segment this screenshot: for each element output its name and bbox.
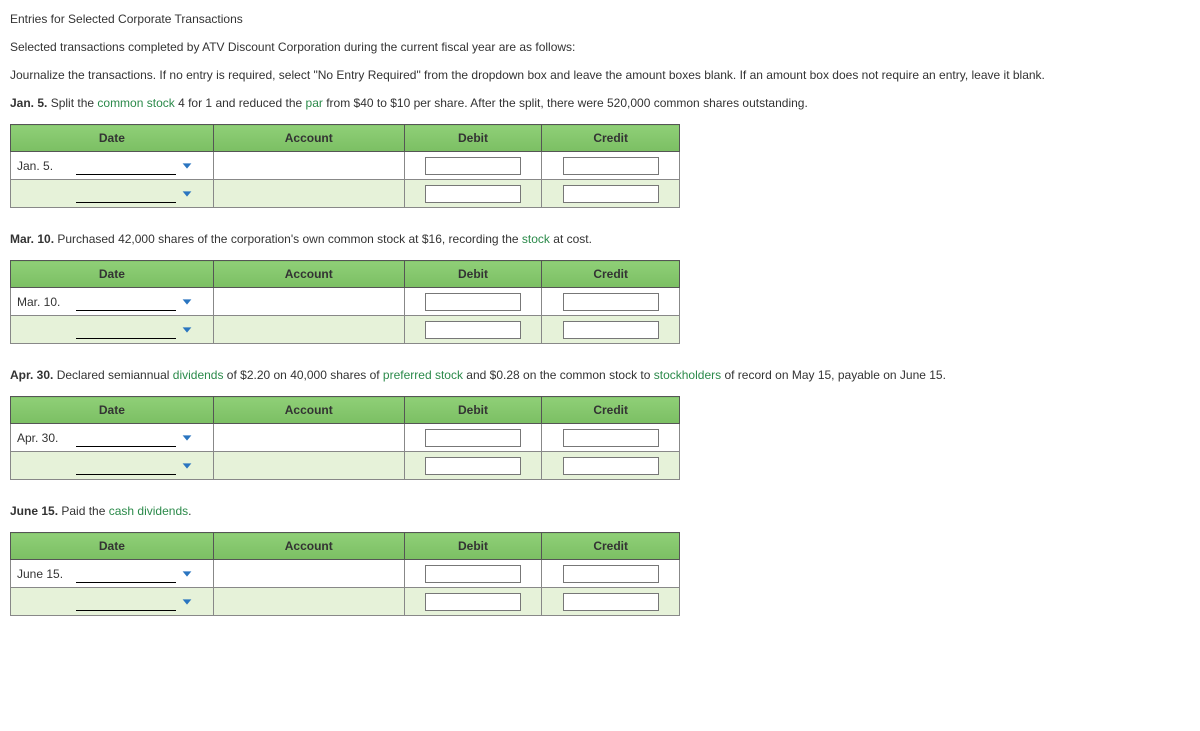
debit-input[interactable]	[425, 185, 521, 203]
column-header-credit: Credit	[542, 125, 680, 152]
account-select-input[interactable]	[76, 564, 176, 583]
column-header-debit: Debit	[404, 533, 542, 560]
credit-input[interactable]	[563, 157, 659, 175]
journal-table: DateAccountDebitCredit Mar. 10.	[10, 260, 680, 344]
transaction-prompt: Apr. 30. Declared semiannual dividends o…	[10, 368, 1190, 382]
account-select-input[interactable]	[76, 184, 176, 203]
account-cell	[213, 152, 404, 180]
column-header-date: Date	[11, 261, 214, 288]
credit-input[interactable]	[563, 565, 659, 583]
column-header-credit: Credit	[542, 261, 680, 288]
account-select-input[interactable]	[76, 428, 176, 447]
chevron-down-icon[interactable]	[180, 431, 194, 445]
account-select-input[interactable]	[76, 320, 176, 339]
date-label: Jan. 5.	[17, 159, 72, 173]
account-cell	[213, 424, 404, 452]
column-header-account: Account	[213, 261, 404, 288]
chevron-down-icon[interactable]	[180, 567, 194, 581]
account-select-input[interactable]	[76, 156, 176, 175]
date-label: June 15.	[17, 567, 72, 581]
account-select-input[interactable]	[76, 456, 176, 475]
account-cell	[213, 316, 404, 344]
credit-input[interactable]	[563, 321, 659, 339]
debit-input[interactable]	[425, 565, 521, 583]
column-header-credit: Credit	[542, 397, 680, 424]
chevron-down-icon[interactable]	[180, 187, 194, 201]
glossary-link[interactable]: common stock	[97, 96, 174, 110]
column-header-account: Account	[213, 533, 404, 560]
debit-input[interactable]	[425, 593, 521, 611]
account-select-input[interactable]	[76, 592, 176, 611]
account-cell	[213, 588, 404, 616]
transaction-prompt: Jan. 5. Split the common stock 4 for 1 a…	[10, 96, 1190, 110]
glossary-link[interactable]: stock	[522, 232, 550, 246]
transaction-prompt: Mar. 10. Purchased 42,000 shares of the …	[10, 232, 1190, 246]
column-header-debit: Debit	[404, 261, 542, 288]
credit-input[interactable]	[563, 293, 659, 311]
glossary-link[interactable]: dividends	[173, 368, 224, 382]
glossary-link[interactable]: cash dividends	[109, 504, 188, 518]
credit-input[interactable]	[563, 457, 659, 475]
account-select-input[interactable]	[76, 292, 176, 311]
column-header-date: Date	[11, 533, 214, 560]
date-label: Mar. 10.	[17, 295, 72, 309]
credit-input[interactable]	[563, 429, 659, 447]
transaction-prompt: June 15. Paid the cash dividends.	[10, 504, 1190, 518]
account-cell	[213, 452, 404, 480]
debit-input[interactable]	[425, 321, 521, 339]
glossary-link[interactable]: preferred stock	[383, 368, 463, 382]
debit-input[interactable]	[425, 293, 521, 311]
chevron-down-icon[interactable]	[180, 595, 194, 609]
glossary-link[interactable]: stockholders	[654, 368, 721, 382]
debit-input[interactable]	[425, 157, 521, 175]
column-header-credit: Credit	[542, 533, 680, 560]
chevron-down-icon[interactable]	[180, 159, 194, 173]
column-header-date: Date	[11, 125, 214, 152]
column-header-account: Account	[213, 125, 404, 152]
intro-paragraph: Selected transactions completed by ATV D…	[10, 40, 1190, 54]
debit-input[interactable]	[425, 429, 521, 447]
column-header-debit: Debit	[404, 125, 542, 152]
chevron-down-icon[interactable]	[180, 295, 194, 309]
journal-table: DateAccountDebitCredit Jan. 5.	[10, 124, 680, 208]
chevron-down-icon[interactable]	[180, 459, 194, 473]
credit-input[interactable]	[563, 593, 659, 611]
glossary-link[interactable]: par	[306, 96, 323, 110]
account-cell	[213, 180, 404, 208]
column-header-account: Account	[213, 397, 404, 424]
page-title: Entries for Selected Corporate Transacti…	[10, 12, 1190, 26]
journal-table: DateAccountDebitCredit June 15.	[10, 532, 680, 616]
column-header-date: Date	[11, 397, 214, 424]
account-cell	[213, 288, 404, 316]
credit-input[interactable]	[563, 185, 659, 203]
account-cell	[213, 560, 404, 588]
chevron-down-icon[interactable]	[180, 323, 194, 337]
journal-table: DateAccountDebitCredit Apr. 30.	[10, 396, 680, 480]
instructions-paragraph: Journalize the transactions. If no entry…	[10, 68, 1190, 82]
debit-input[interactable]	[425, 457, 521, 475]
column-header-debit: Debit	[404, 397, 542, 424]
date-label: Apr. 30.	[17, 431, 72, 445]
